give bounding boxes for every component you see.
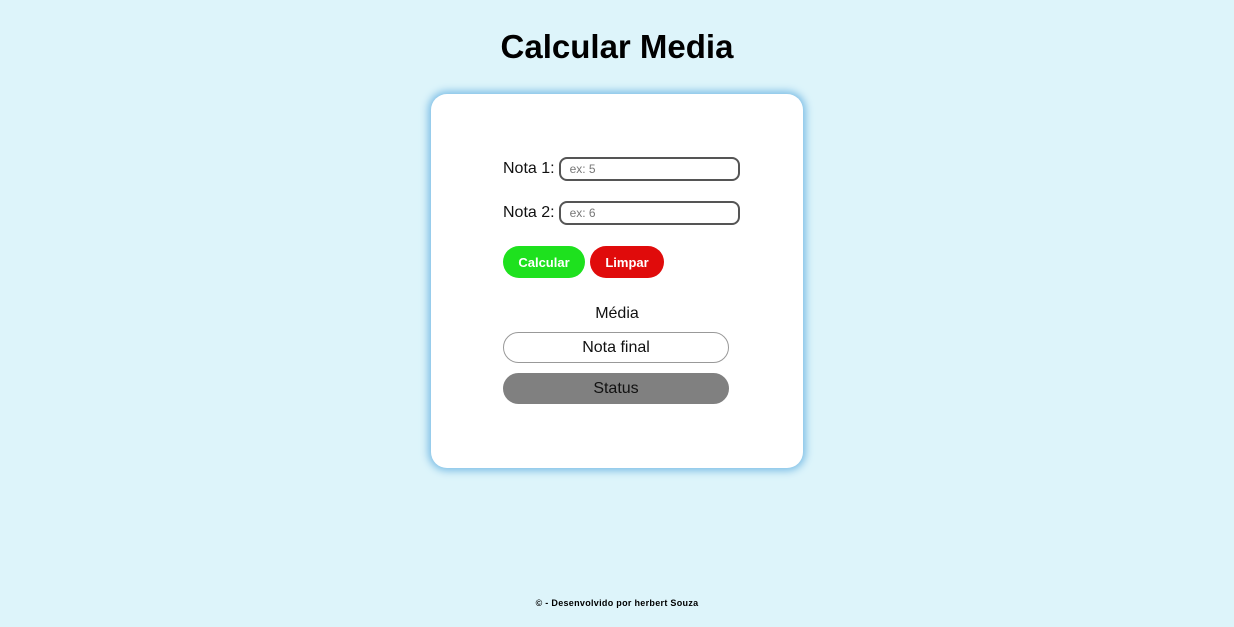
nota1-row: Nota 1:: [503, 157, 740, 181]
nota1-input[interactable]: [558, 157, 740, 181]
page: Calcular Media Nota 1: Nota 2: Calcular …: [0, 0, 1234, 627]
page-title: Calcular Media: [500, 28, 734, 65]
nota-final-output: Nota final: [503, 332, 729, 363]
limpar-button[interactable]: Limpar: [590, 246, 664, 278]
action-buttons: Calcular Limpar: [503, 246, 664, 278]
nota2-label: Nota 2:: [503, 204, 555, 221]
nota2-row: Nota 2:: [503, 201, 740, 225]
media-label: Média: [595, 305, 639, 322]
calculator-card: Nota 1: Nota 2: Calcular Limpar Média No…: [431, 94, 803, 468]
calcular-button[interactable]: Calcular: [503, 246, 585, 278]
nota1-label: Nota 1:: [503, 160, 555, 177]
footer-credit: © - Desenvolvido por herbert Souza: [535, 598, 699, 608]
status-output: Status: [503, 373, 729, 404]
nota2-input[interactable]: [558, 201, 740, 225]
